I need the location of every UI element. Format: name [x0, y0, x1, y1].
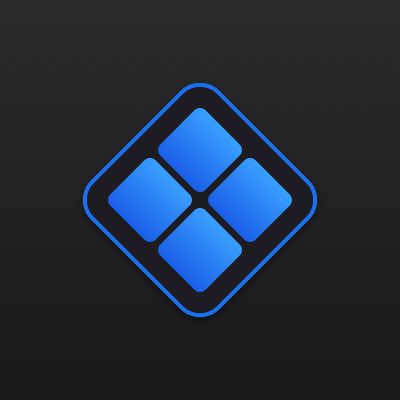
diamond-grid-logo-icon: [82, 82, 318, 318]
app-icon-canvas: [0, 0, 400, 400]
